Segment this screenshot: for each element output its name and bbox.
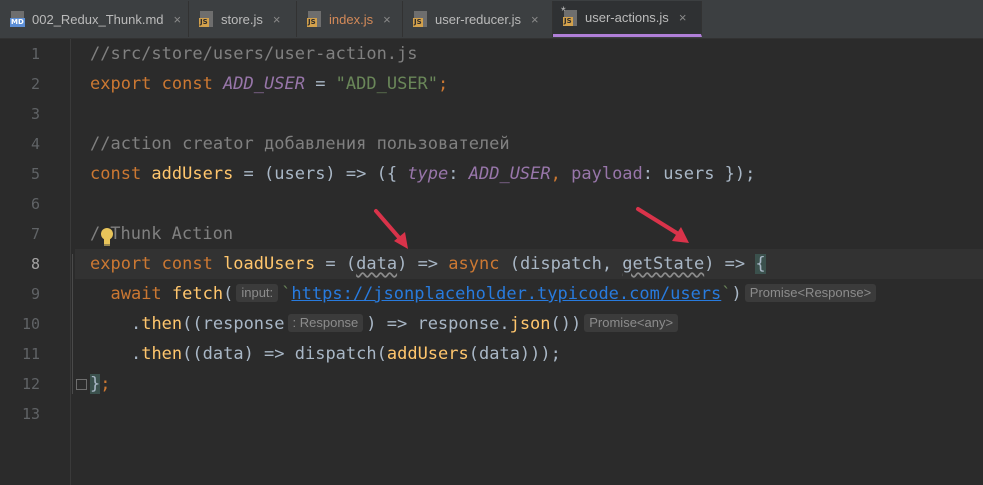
js-file-icon: JS bbox=[307, 11, 323, 27]
line-number: 10 bbox=[21, 315, 40, 333]
matched-brace: } bbox=[90, 374, 101, 394]
line-number: 11 bbox=[21, 345, 40, 363]
line-number: 3 bbox=[30, 105, 40, 123]
tab-store-js[interactable]: JS store.js × bbox=[189, 1, 297, 37]
comment: //src/store/users/user-action.js bbox=[90, 44, 418, 64]
js-file-icon: JS bbox=[199, 11, 215, 27]
tab-label: index.js bbox=[329, 11, 374, 27]
close-icon[interactable]: × bbox=[174, 12, 182, 27]
tab-label: user-actions.js bbox=[585, 10, 669, 25]
line-number: 6 bbox=[30, 195, 40, 213]
line-number: 5 bbox=[30, 165, 40, 183]
code-line-4: //action creator добавления пользователе… bbox=[75, 129, 983, 159]
unused-param-data: data bbox=[356, 254, 398, 274]
code-editor[interactable]: 1 2 3 4 5 6 7 8 9 10 11 12 13 //src/stor… bbox=[0, 39, 983, 485]
comment: //action creator добавления пользователе… bbox=[90, 134, 510, 154]
line-number: 12 bbox=[21, 375, 40, 393]
close-icon[interactable]: × bbox=[273, 12, 281, 27]
tab-label: user-reducer.js bbox=[435, 11, 521, 27]
js-file-icon: JS bbox=[413, 11, 429, 27]
md-file-icon: MD bbox=[10, 11, 26, 27]
line-number-gutter: 1 2 3 4 5 6 7 8 9 10 11 12 13 bbox=[0, 39, 71, 485]
tab-label: store.js bbox=[221, 11, 263, 27]
red-arrow-icon bbox=[636, 207, 689, 243]
line-number: 7 bbox=[30, 225, 40, 243]
code-line-8: export const loadUsers = (data) => async… bbox=[75, 249, 983, 279]
code-line-1: //src/store/users/user-action.js bbox=[75, 39, 983, 69]
close-icon[interactable]: × bbox=[531, 12, 539, 27]
url-link[interactable]: https://jsonplaceholder.typicode.com/use… bbox=[291, 284, 721, 304]
js-file-icon: JS * bbox=[561, 4, 579, 26]
tab-user-actions-js[interactable]: JS * user-actions.js × bbox=[553, 1, 702, 37]
red-arrow-icon bbox=[374, 209, 408, 249]
code-line-11: .then((data) => dispatch(addUsers(data))… bbox=[130, 344, 561, 364]
tab-label: 002_Redux_Thunk.md bbox=[32, 11, 164, 27]
type-hint: : Response bbox=[287, 314, 364, 332]
tab-user-reducer-js[interactable]: JS user-reducer.js × bbox=[403, 1, 553, 37]
editor-tab-bar: MD 002_Redux_Thunk.md × JS store.js × JS… bbox=[0, 0, 983, 39]
code-line-7: / Thunk Action bbox=[90, 224, 234, 244]
code-line-5: const addUsers = (users) => ({ type: ADD… bbox=[90, 164, 756, 184]
close-icon[interactable]: × bbox=[383, 12, 391, 27]
lightbulb-icon[interactable] bbox=[100, 227, 114, 247]
matched-brace: { bbox=[755, 254, 766, 274]
line-number: 8 bbox=[30, 255, 40, 273]
line-number: 2 bbox=[30, 75, 40, 93]
type-hint: Promise<any> bbox=[584, 314, 679, 332]
unused-param-getstate: getState bbox=[622, 254, 705, 274]
param-hint: input: bbox=[236, 284, 279, 302]
code-line-2: export const ADD_USER = "ADD_USER"; bbox=[90, 74, 449, 94]
code-line-12: }; bbox=[90, 374, 111, 394]
modified-star: * bbox=[561, 3, 566, 18]
code-line-9: await fetch(input: `https://jsonplacehold… bbox=[75, 279, 983, 309]
close-icon[interactable]: × bbox=[679, 10, 687, 25]
type-hint: Promise<Response> bbox=[744, 284, 877, 302]
line-number: 4 bbox=[30, 135, 40, 153]
indent-guide bbox=[72, 254, 73, 394]
line-number: 1 bbox=[30, 45, 40, 63]
line-number: 9 bbox=[30, 285, 40, 303]
line-number: 13 bbox=[21, 405, 40, 423]
tab-002-redux-thunk-md[interactable]: MD 002_Redux_Thunk.md × bbox=[0, 1, 189, 37]
tab-index-js[interactable]: JS index.js × bbox=[297, 1, 403, 37]
code-line-10: .then((response: Response) => response.j… bbox=[75, 309, 983, 339]
